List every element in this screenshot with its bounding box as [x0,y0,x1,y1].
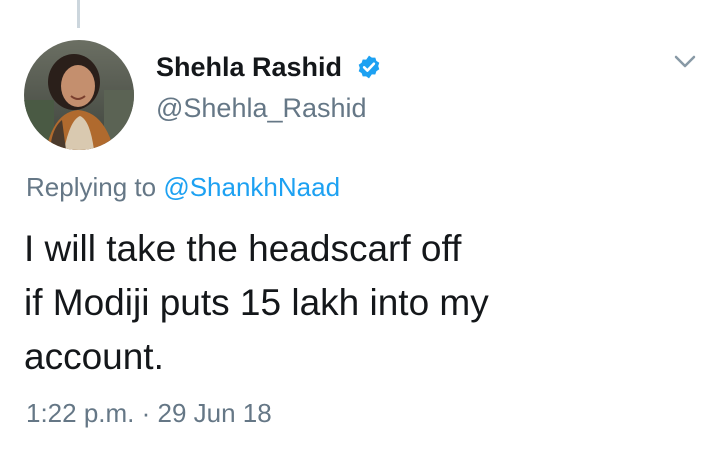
timestamp-separator: · [134,398,158,428]
tweet-text: I will take the headscarf off if Modiji … [24,222,684,384]
tweet-text-line: I will take the headscarf off [24,228,462,269]
replying-to-label: Replying to [26,172,164,202]
tweet-time: 1:22 p.m. [26,398,135,428]
tweet-timestamp[interactable]: 1:22 p.m. · 29 Jun 18 [26,398,272,429]
thread-connector-line [77,0,80,28]
tweet-text-line: account. [24,336,164,377]
tweet-date: 29 Jun 18 [157,398,272,428]
verified-badge-icon [358,55,380,79]
chevron-down-icon[interactable] [672,52,698,72]
tweet-text-line: if Modiji puts 15 lakh into my [24,282,489,323]
avatar-photo [24,40,134,150]
replying-to-line: Replying to @ShankhNaad [26,172,340,203]
tweet-card: Shehla Rashid @Shehla_Rashid Replying to… [0,0,720,458]
avatar[interactable] [24,40,134,150]
user-handle[interactable]: @Shehla_Rashid [156,93,367,124]
display-name[interactable]: Shehla Rashid [156,52,342,83]
reply-mention-link[interactable]: @ShankhNaad [163,172,340,202]
